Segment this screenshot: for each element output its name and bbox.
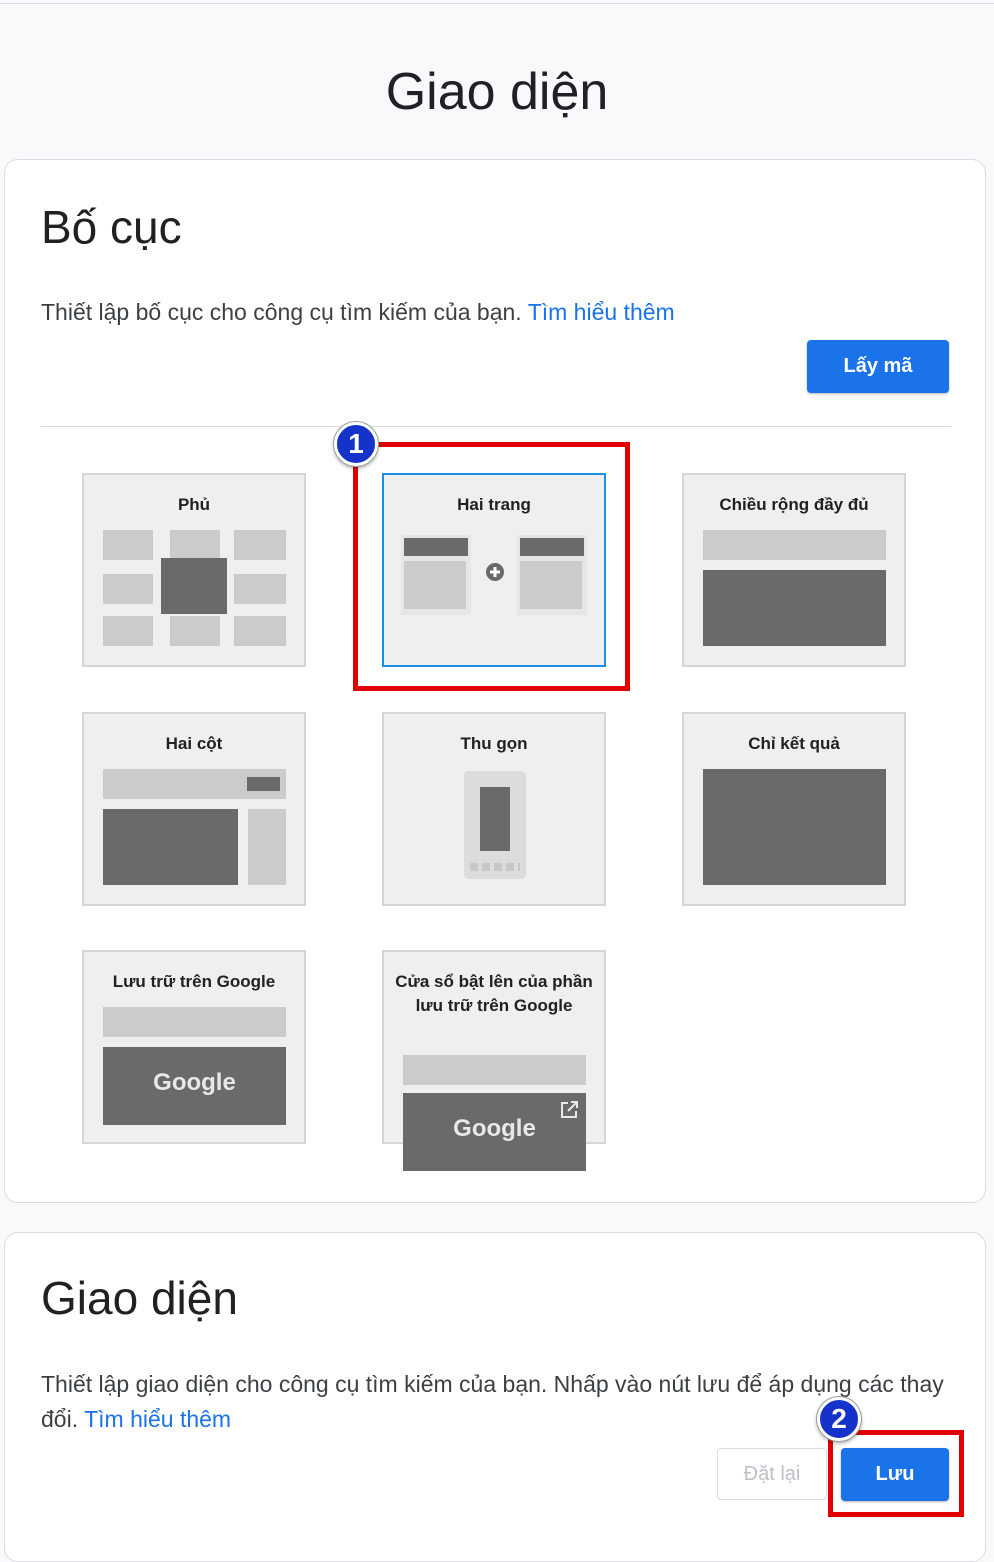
preview-block (234, 530, 286, 560)
step-badge-1: 1 (334, 422, 378, 466)
highlight-box-save (828, 1430, 964, 1517)
layout-option-label: Thu gọn (460, 734, 528, 753)
layout-learn-more-link[interactable]: Tìm hiểu thêm (528, 299, 675, 325)
layout-option-label: Hai cột (165, 734, 223, 753)
preview-google-block: Google (103, 1047, 286, 1125)
layout-option-compact[interactable]: Thu gọn (382, 712, 606, 906)
layout-option-label: Phủ (177, 495, 211, 514)
layout-option-label: Cửa sổ bật lên của phần lưu trữ trên Goo… (395, 972, 593, 1015)
preview-results-block (703, 570, 886, 646)
preview-block (103, 616, 153, 646)
preview-search-bar (703, 530, 886, 560)
theme-section-title: Giao diện (41, 1272, 238, 1324)
reset-button[interactable]: Đặt lại (717, 1448, 827, 1500)
layout-option-label: Chỉ kết quả (748, 734, 840, 753)
get-code-button[interactable]: Lấy mã (807, 340, 949, 393)
layout-section-title: Bố cục (41, 201, 182, 253)
preview-block (234, 574, 286, 604)
step-badge-2: 2 (817, 1397, 861, 1441)
google-logo: Google (153, 1069, 236, 1096)
layout-option-label: Chiều rộng đầy đủ (719, 495, 869, 514)
layout-option-two-column[interactable]: Hai cột (82, 712, 306, 906)
preview-search-bar (103, 1007, 286, 1037)
preview-block (170, 530, 220, 560)
preview-button-block (247, 777, 280, 791)
layout-option-results-only[interactable]: Chỉ kết quả (682, 712, 906, 906)
preview-block (103, 574, 153, 604)
preview-block (234, 616, 286, 646)
layout-description: Thiết lập bố cục cho công cụ tìm kiếm củ… (41, 295, 675, 330)
preview-side-column (248, 809, 286, 885)
preview-google-popup-block: Google (403, 1093, 586, 1171)
preview-results-block (103, 809, 238, 885)
layout-option-google-hosted[interactable]: Lưu trữ trên Google Google (82, 950, 306, 1144)
phone-screen (480, 787, 510, 851)
layout-option-full-width[interactable]: Chiều rộng đầy đủ (682, 473, 906, 667)
phone-keys (470, 863, 520, 871)
phone-icon (464, 771, 526, 879)
preview-block (103, 530, 153, 560)
layout-description-text: Thiết lập bố cục cho công cụ tìm kiếm củ… (41, 299, 522, 325)
preview-overlay-block (161, 558, 227, 614)
theme-learn-more-link[interactable]: Tìm hiểu thêm (84, 1406, 231, 1432)
theme-description: Thiết lập giao diện cho công cụ tìm kiếm… (41, 1367, 951, 1437)
layout-divider (41, 426, 951, 427)
google-logo: Google (453, 1115, 536, 1142)
page-title: Giao diện (385, 63, 609, 121)
open-in-new-icon (560, 1101, 578, 1119)
highlight-box-two-page (353, 442, 630, 691)
top-divider (0, 3, 994, 4)
preview-results-block (703, 769, 886, 885)
layout-option-label: Lưu trữ trên Google (112, 972, 276, 991)
layout-option-overlay[interactable]: Phủ (82, 473, 306, 667)
preview-search-bar (403, 1055, 586, 1085)
preview-block (170, 616, 220, 646)
